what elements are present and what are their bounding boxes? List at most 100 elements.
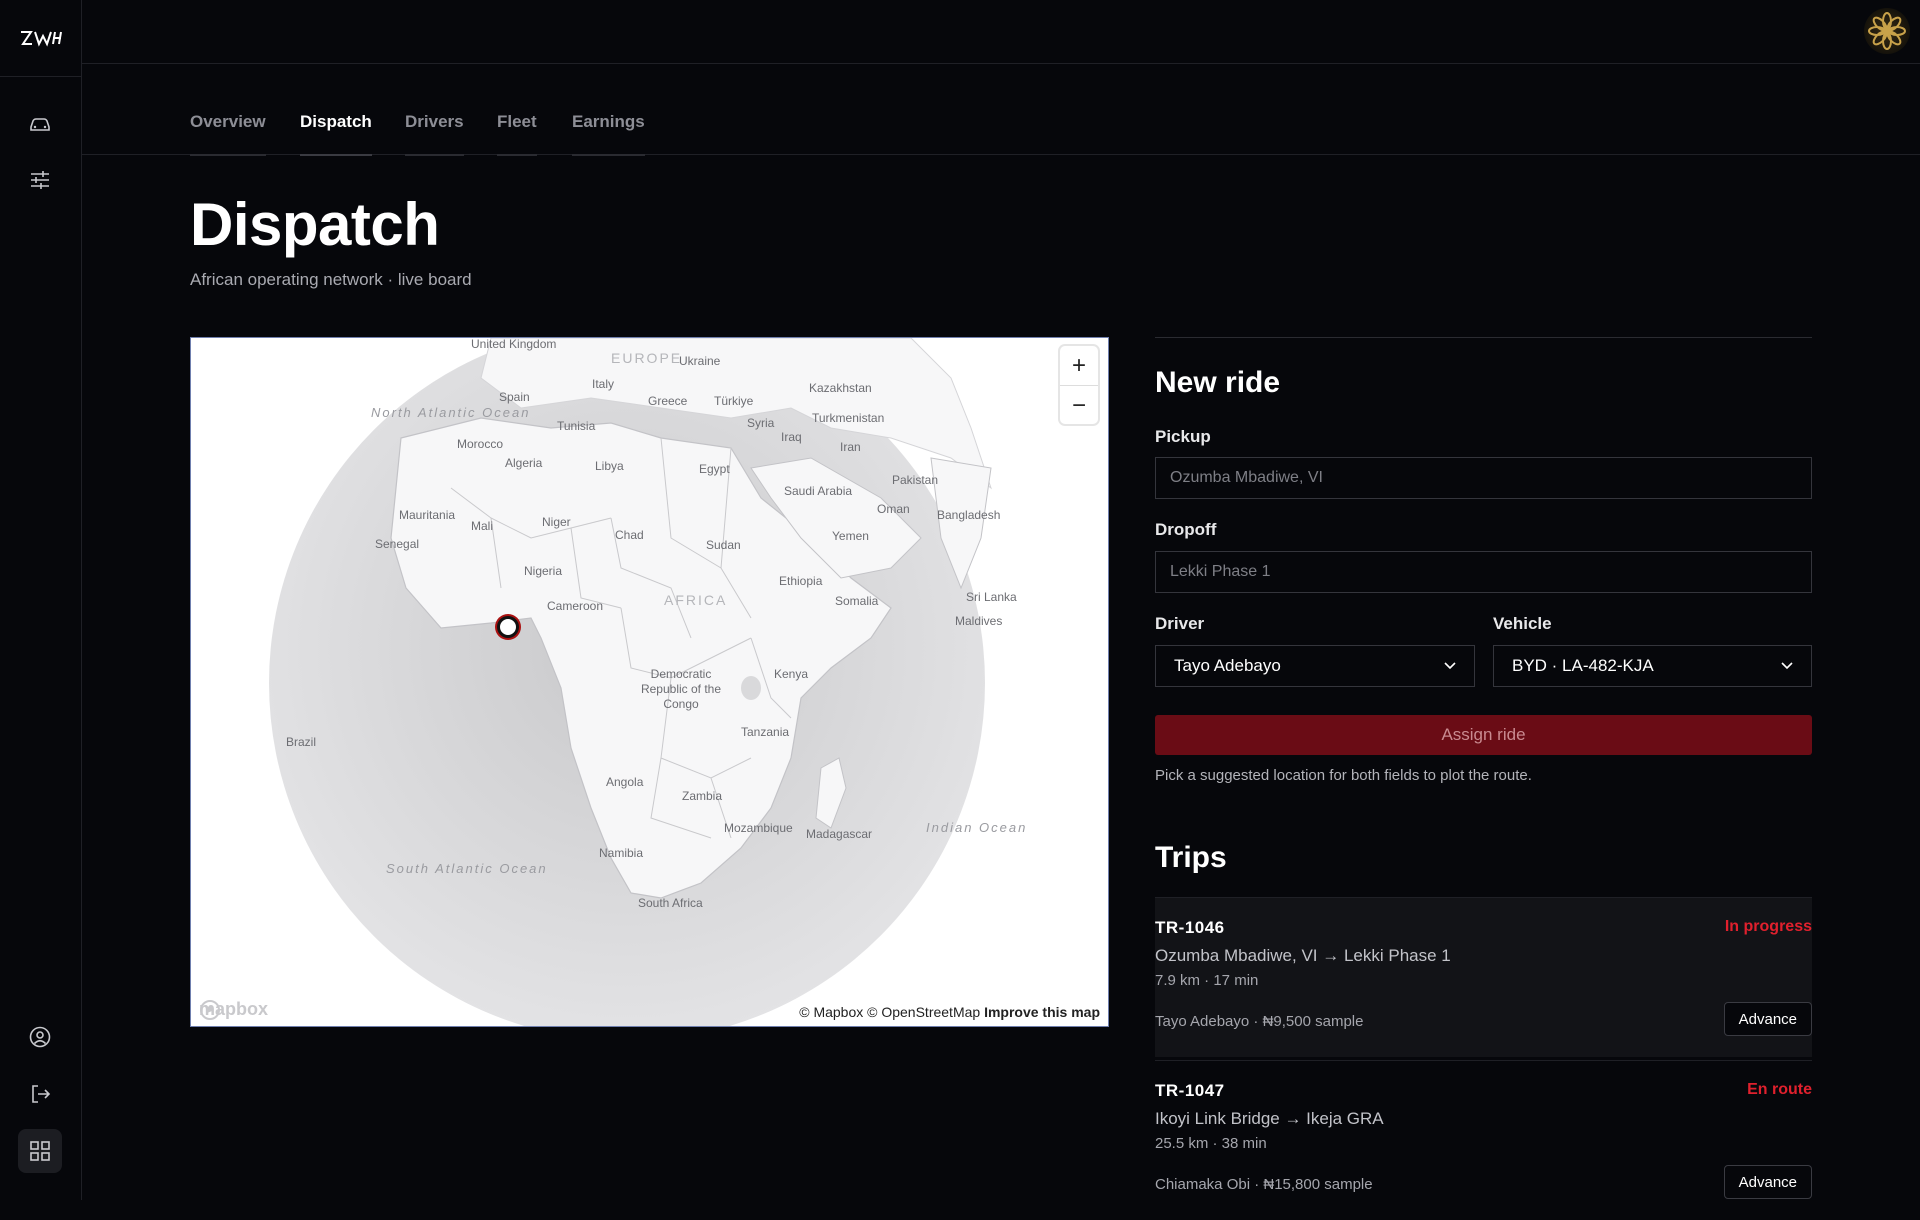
- map-label-cameroon: Cameroon: [547, 599, 604, 613]
- tab-drivers[interactable]: Drivers: [405, 112, 464, 156]
- logout-icon: [32, 1085, 51, 1103]
- map-label-sri-lanka: Sri Lanka: [966, 590, 1017, 604]
- page-title: Dispatch: [190, 191, 440, 258]
- map-label-africa: AFRICA: [664, 592, 728, 608]
- map-label-turkiye: Türkiye: [714, 394, 754, 408]
- pickup-input[interactable]: [1155, 457, 1812, 499]
- avatar[interactable]: [1864, 8, 1910, 54]
- tab-dispatch[interactable]: Dispatch: [300, 112, 372, 156]
- user-circle-icon: [29, 1026, 51, 1048]
- map-label-brazil: Brazil: [286, 735, 317, 749]
- map-label-mozambique: Mozambique: [724, 821, 793, 835]
- map-label-drc: Democratic Republic of the Congo: [640, 667, 722, 711]
- map-label-pakistan: Pakistan: [892, 473, 939, 487]
- trip-card[interactable]: TR-1047 En route Ikoyi Link Bridge → Ike…: [1155, 1060, 1812, 1220]
- flower-avatar-icon: [1868, 12, 1906, 50]
- map-label-south-africa: South Africa: [638, 896, 703, 910]
- map-label-europe: EUROPE: [611, 350, 683, 366]
- driver-label: Driver: [1155, 614, 1205, 633]
- vehicle-select-value: BYD · LA-482-KJA: [1512, 656, 1654, 675]
- trip-id: TR-1046: [1155, 918, 1225, 937]
- trip-driver: Chiamaka Obi · ₦15,800 sample: [1155, 1176, 1373, 1193]
- sliders-icon: [31, 171, 49, 189]
- map-label-iran: Iran: [840, 440, 861, 454]
- trip-meta: 25.5 km · 38 min: [1155, 1135, 1267, 1152]
- tab-earnings[interactable]: Earnings: [572, 112, 645, 156]
- map-label-ethiopia: Ethiopia: [779, 574, 823, 588]
- driver-select[interactable]: Tayo Adebayo: [1155, 645, 1475, 687]
- map-label-morocco: Morocco: [457, 437, 504, 451]
- map-label-egypt: Egypt: [699, 462, 730, 476]
- map-label-oman: Oman: [877, 502, 910, 516]
- map-label-north-atlantic: North Atlantic Ocean: [371, 405, 531, 420]
- map-label-tunisia: Tunisia: [557, 419, 596, 433]
- sidebar: [0, 0, 82, 1200]
- zoom-in-button[interactable]: +: [1060, 346, 1098, 385]
- brand-logo[interactable]: [0, 0, 81, 77]
- map-label-algeria: Algeria: [505, 456, 543, 470]
- map-label-angola: Angola: [606, 775, 644, 789]
- trip-route: Ikoyi Link Bridge → Ikeja GRA: [1155, 1109, 1384, 1128]
- sidebar-item-profile[interactable]: [18, 1015, 62, 1059]
- main-tabs: Overview Dispatch Drivers Fleet Earnings: [82, 64, 1920, 156]
- map-label-kazakhstan: Kazakhstan: [809, 381, 872, 395]
- map-label-mauritania: Mauritania: [399, 508, 456, 522]
- map-label-greece: Greece: [648, 394, 688, 408]
- map-label-maldives: Maldives: [955, 614, 1003, 628]
- mapbox-logo[interactable]: mapbox: [199, 999, 268, 1020]
- map-label-syria: Syria: [747, 416, 775, 430]
- topbar: [82, 0, 1920, 64]
- trip-status: In progress: [1724, 918, 1812, 935]
- map-label-spain: Spain: [499, 390, 530, 404]
- chevron-down-icon: [1781, 662, 1793, 670]
- logo-mark-icon: [20, 31, 62, 47]
- trip-status: En route: [1747, 1081, 1812, 1098]
- improve-map-link[interactable]: Improve this map: [984, 1004, 1100, 1020]
- assign-ride-button[interactable]: Assign ride: [1155, 715, 1812, 755]
- panel-divider: [1155, 337, 1812, 338]
- map-label-united-kingdom: United Kingdom: [471, 337, 557, 351]
- trip-route: Ozumba Mbadiwe, VI → Lekki Phase 1: [1155, 946, 1451, 965]
- tab-fleet[interactable]: Fleet: [497, 112, 537, 156]
- trip-card[interactable]: TR-1046 In progress Ozumba Mbadiwe, VI →…: [1155, 897, 1812, 1057]
- map-label-libya: Libya: [595, 459, 624, 473]
- page-subtitle: African operating network · live board: [190, 270, 472, 289]
- map-label-saudi-arabia: Saudi Arabia: [784, 484, 853, 498]
- vehicle-label: Vehicle: [1493, 614, 1552, 633]
- map-label-iraq: Iraq: [781, 430, 802, 444]
- driver-select-value: Tayo Adebayo: [1174, 656, 1281, 675]
- grid-icon: [30, 1141, 50, 1161]
- pickup-label: Pickup: [1155, 427, 1211, 446]
- map-label-turkmenistan: Turkmenistan: [812, 411, 885, 425]
- trips-title: Trips: [1155, 841, 1227, 874]
- zoom-out-button[interactable]: −: [1060, 385, 1098, 425]
- advance-button[interactable]: Advance: [1723, 1002, 1812, 1036]
- dropoff-input[interactable]: [1155, 551, 1812, 593]
- map-label-madagascar: Madagascar: [806, 827, 873, 841]
- sidebar-item-logout[interactable]: [18, 1072, 62, 1116]
- trip-driver: Tayo Adebayo · ₦9,500 sample: [1155, 1013, 1364, 1030]
- chevron-down-icon: [1444, 662, 1456, 670]
- map-label-mali: Mali: [471, 519, 494, 533]
- location-marker[interactable]: [497, 616, 519, 638]
- map-label-tanzania: Tanzania: [741, 725, 790, 739]
- map-label-namibia: Namibia: [599, 846, 644, 860]
- advance-button[interactable]: Advance: [1723, 1165, 1812, 1199]
- sidebar-item-rides[interactable]: [18, 102, 62, 146]
- route-hint: Pick a suggested location for both field…: [1155, 767, 1532, 784]
- vehicle-select[interactable]: BYD · LA-482-KJA: [1493, 645, 1812, 687]
- sidebar-item-apps[interactable]: [18, 1129, 62, 1173]
- sidebar-item-settings[interactable]: [18, 158, 62, 202]
- dispatch-map[interactable]: United Kingdom EUROPE Ukraine Kazakhstan…: [190, 337, 1109, 1027]
- map-label-bangladesh: Bangladesh: [937, 508, 1001, 522]
- map-label-nigeria: Nigeria: [524, 564, 563, 578]
- attribution-text[interactable]: © Mapbox © OpenStreetMap: [799, 1004, 980, 1020]
- tab-overview[interactable]: Overview: [190, 112, 266, 156]
- zoom-controls: + −: [1060, 346, 1098, 424]
- map-attribution: © Mapbox © OpenStreetMap Improve this ma…: [797, 1002, 1102, 1022]
- trip-id: TR-1047: [1155, 1081, 1225, 1100]
- new-ride-title: New ride: [1155, 366, 1281, 399]
- mapbox-icon: [200, 1000, 220, 1020]
- map-label-italy: Italy: [592, 377, 615, 391]
- map-label-sudan: Sudan: [706, 538, 741, 552]
